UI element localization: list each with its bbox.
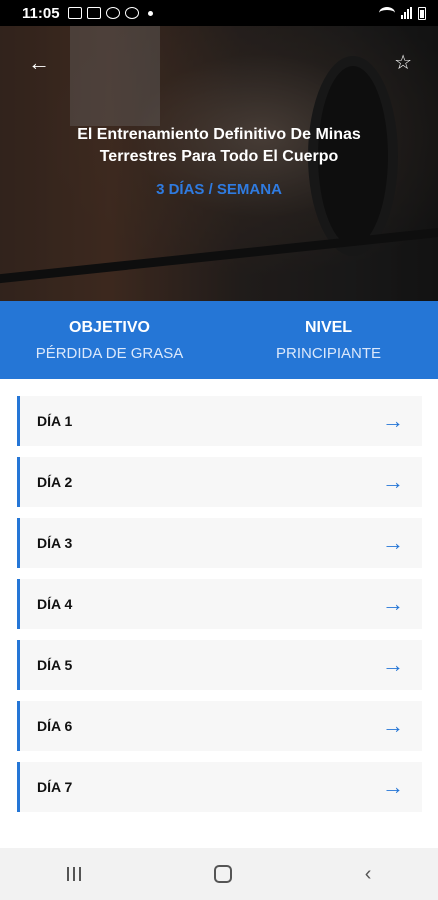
day-item-7[interactable]: DÍA 7 → xyxy=(17,762,422,812)
system-nav-bar: ‹ xyxy=(0,848,438,900)
day-item-1[interactable]: DÍA 1 → xyxy=(17,396,422,446)
back-icon[interactable]: ‹ xyxy=(365,863,372,886)
whatsapp-icon xyxy=(124,7,139,19)
arrow-left-icon[interactable]: ← xyxy=(28,50,50,76)
calendar-icon xyxy=(86,7,101,19)
level-section: NIVEL PRINCIPIANTE xyxy=(219,301,438,379)
message-icon xyxy=(105,7,120,19)
gallery-icon xyxy=(67,7,82,19)
level-value: PRINCIPIANTE xyxy=(275,344,381,362)
program-title: El Entrenamiento Definitivo De Minas Ter… xyxy=(77,126,361,165)
day-label: DÍA 5 xyxy=(37,657,73,673)
day-label: DÍA 1 xyxy=(37,413,73,429)
hero-banner: ← ☆ El Entrenamiento Definitivo De Minas… xyxy=(0,26,438,301)
arrow-right-icon: → xyxy=(382,713,404,738)
day-label: DÍA 4 xyxy=(37,596,73,612)
recent-apps-icon[interactable] xyxy=(66,867,81,881)
arrow-right-icon: → xyxy=(382,591,404,616)
notification-icons xyxy=(67,7,153,19)
program-frequency: 3 DÍAS / SEMANA xyxy=(156,181,282,198)
arrow-right-icon: → xyxy=(382,469,404,494)
home-icon[interactable] xyxy=(213,865,232,883)
more-notifications-icon xyxy=(147,10,153,16)
day-item-3[interactable]: DÍA 3 → xyxy=(17,518,422,568)
day-label: DÍA 6 xyxy=(37,718,73,734)
day-label: DÍA 3 xyxy=(37,535,73,551)
arrow-right-icon: → xyxy=(382,652,404,677)
day-item-6[interactable]: DÍA 6 → xyxy=(17,701,422,751)
day-item-5[interactable]: DÍA 5 → xyxy=(17,640,422,690)
program-info-band: OBJETIVO PÉRDIDA DE GRASA NIVEL PRINCIPI… xyxy=(0,301,438,379)
arrow-right-icon: → xyxy=(382,530,404,555)
star-outline-icon[interactable]: ☆ xyxy=(394,50,412,75)
objective-label: OBJETIVO xyxy=(69,318,150,336)
day-label: DÍA 2 xyxy=(37,474,73,490)
objective-section: OBJETIVO PÉRDIDA DE GRASA xyxy=(0,301,219,379)
day-list: DÍA 1 → DÍA 2 → DÍA 3 → DÍA 4 → DÍA 5 → … xyxy=(17,396,422,823)
battery-icon xyxy=(418,6,426,20)
system-icons xyxy=(379,6,426,20)
day-item-2[interactable]: DÍA 2 → xyxy=(17,457,422,507)
day-label: DÍA 7 xyxy=(37,779,73,795)
wifi-icon xyxy=(379,7,395,19)
day-item-4[interactable]: DÍA 4 → xyxy=(17,579,422,629)
objective-value: PÉRDIDA DE GRASA xyxy=(35,344,184,362)
level-label: NIVEL xyxy=(304,318,353,336)
status-bar: 11:05 xyxy=(0,0,438,26)
status-time: 11:05 xyxy=(22,4,60,22)
signal-icon xyxy=(401,7,412,19)
arrow-right-icon: → xyxy=(382,774,404,799)
arrow-right-icon: → xyxy=(382,408,404,433)
